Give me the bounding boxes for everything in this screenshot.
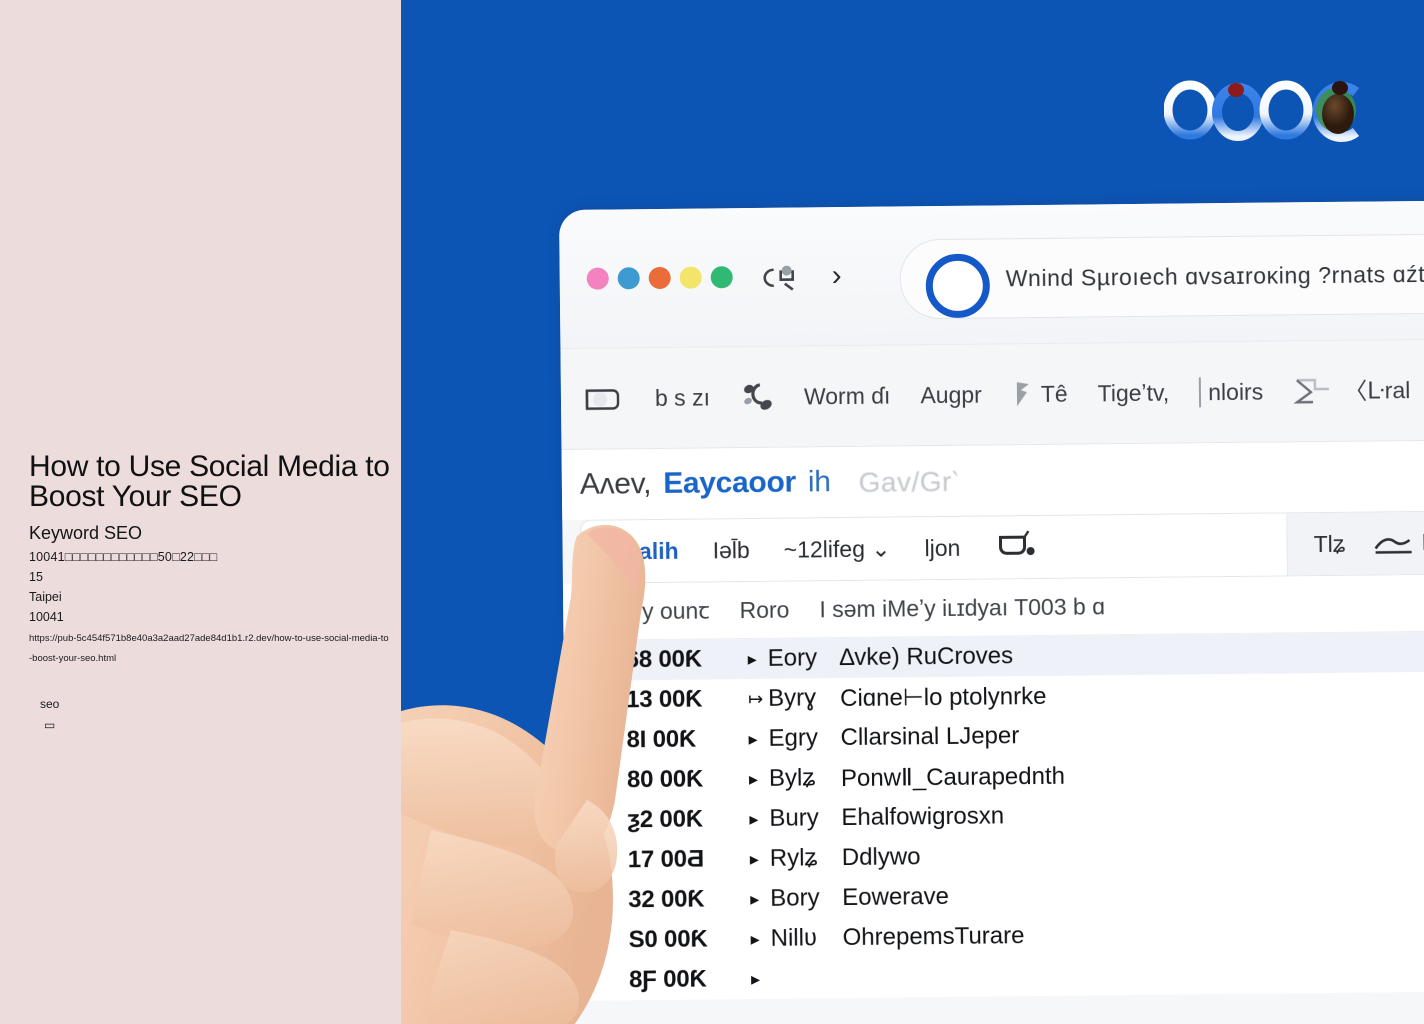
google-style-logo xyxy=(1164,80,1360,142)
cell-volume: 8Ƒ 00Ƙ xyxy=(628,965,707,994)
speech-bubble-icon xyxy=(585,389,620,410)
cell-keyword[interactable]: PonwⅡ_Caurapednth xyxy=(841,761,1065,792)
section-heading-part-b: Eaycaoor xyxy=(663,465,797,500)
filter-item-exciteton[interactable]: Excíetonı xyxy=(1371,527,1424,559)
article-subtitle: Keyword SEO xyxy=(29,523,143,543)
toolbar-item-worm[interactable]: Worm ɗı xyxy=(804,381,891,412)
toolbar-item-te-label: Tê xyxy=(1040,380,1068,407)
section-heading-part-d: Gav/Gr‵ xyxy=(858,465,959,498)
toolbar-item-chat[interactable] xyxy=(581,382,625,414)
shapes-icon xyxy=(744,383,772,410)
blue-backdrop: › Wnind Sµroıech ɑvsaɪroĸing ?rnats ɑźtl… xyxy=(401,0,1424,1024)
toolbar-item-nloirs[interactable]: nloirs xyxy=(1199,377,1263,408)
window-dot-pink[interactable] xyxy=(586,267,609,290)
column-header-volume[interactable]: Hlʼy ounꞇ xyxy=(615,596,710,625)
toolbar-item-bszi[interactable]: b s zı xyxy=(655,382,710,413)
address-bar[interactable]: Wnind Sµroıech ɑvsaɪroĸing ?rnats ɑźtl ·… xyxy=(899,232,1424,320)
toolbar-item-te[interactable]: Tê xyxy=(1012,378,1068,411)
cell-difficulty: Nillʋ xyxy=(770,924,818,952)
browser-window: › Wnind Sµroıech ɑvsaɪroĸing ?rnats ɑźtl… xyxy=(559,199,1424,1024)
address-bar-text[interactable]: Wnind Sµroıech ɑvsaɪroĸing ?rnats ɑźtl ·… xyxy=(1006,255,1424,295)
browser-toolbar: b s zı Worm ɗı Auɡpr Tê Tigeʼtv, nloirs … xyxy=(560,337,1424,450)
cell-keyword[interactable]: Ehalfowigrosxn xyxy=(841,802,1004,832)
cell-difficulty: Rylʑ xyxy=(769,844,818,872)
browser-titlebar: › Wnind Sµroıech ɑvsaɪroĸing ?rnats ɑźtl… xyxy=(559,199,1424,348)
cell-difficulty: Eory xyxy=(767,644,818,672)
window-controls[interactable] xyxy=(586,266,733,290)
cell-volume: 8I 00Ƙ xyxy=(626,725,697,754)
toolbar-item-nloirs-label: nloirs xyxy=(1208,378,1264,406)
trend-arrow-icon: ▸ xyxy=(748,768,759,789)
column-header-kd[interactable]: Roro xyxy=(739,596,789,625)
filter-bar: hʋalih Iəl̄b ~12lifeg ⌄ ljon Tlʑ Excíeto… xyxy=(580,509,1424,584)
toolbar-item-images[interactable] xyxy=(740,381,774,413)
filter-item-12lifeg[interactable]: ~12lifeg ⌄ xyxy=(784,535,891,564)
trend-arrow-icon: ▸ xyxy=(747,648,757,669)
filter-item-tk[interactable]: Tlʑ xyxy=(1314,530,1346,558)
forward-chevron-icon[interactable]: › xyxy=(832,259,842,293)
trend-arrow-icon: ▸ xyxy=(750,968,761,989)
window-dot-blue[interactable] xyxy=(617,267,640,290)
cell-difficulty: Bylʑ xyxy=(768,764,816,792)
cell-difficulty: Bury xyxy=(769,804,819,832)
cell-keyword[interactable]: Ddlywo xyxy=(842,843,921,872)
toolbar-item-augpr[interactable]: Auɡpr xyxy=(920,380,982,411)
filter-item-cart[interactable] xyxy=(994,527,1044,568)
cell-difficulty xyxy=(771,978,843,979)
trend-arrow-icon: ▸ xyxy=(749,848,759,869)
export-icon xyxy=(1374,538,1412,555)
toolbar-item-tigetv[interactable]: Tigeʼtv, xyxy=(1097,378,1169,409)
cell-volume: 13 00Ƙ xyxy=(625,685,703,714)
flag-icon xyxy=(1016,382,1029,407)
trend-arrow-icon: ↦ xyxy=(748,688,764,709)
cell-keyword[interactable]: ∆vke) RuCroves xyxy=(840,642,1014,672)
filter-item-ljon[interactable]: ljon xyxy=(924,534,960,562)
cell-difficulty: Egry xyxy=(768,724,819,752)
cart-icon xyxy=(998,530,1035,556)
cell-volume: 68 00Ƙ xyxy=(625,645,703,674)
blue-circle-icon xyxy=(925,253,991,319)
missing-glyph-icon: ▭ xyxy=(44,718,56,732)
article-url[interactable]: https://pub-5c454f571b8e40a3a2aad27ade84… xyxy=(29,629,391,669)
window-dot-yellow[interactable] xyxy=(679,266,702,289)
trend-arrow-icon: ▸ xyxy=(750,928,760,949)
toolbar-item-klral-label: 〈ᒷral xyxy=(1344,377,1411,404)
section-heading-part-a: Aʌev, xyxy=(579,467,652,501)
cell-keyword[interactable]: Ciɑne⊢lo ptolynrke xyxy=(840,681,1047,712)
window-dot-orange[interactable] xyxy=(648,266,671,290)
bar-icon xyxy=(1199,377,1202,408)
tag-seo[interactable]: seo xyxy=(40,696,59,712)
meta-number: 15 xyxy=(29,570,43,584)
cell-keyword[interactable]: Eowerave xyxy=(842,883,949,912)
window-dot-green[interactable] xyxy=(710,266,733,289)
trend-arrow-icon: ▸ xyxy=(748,728,758,749)
meta-city: Taipei xyxy=(29,590,62,604)
article-panel: How to Use Social Media to Boost Your SE… xyxy=(0,0,401,1024)
cell-keyword[interactable]: Cllarsinal LJeper xyxy=(840,722,1019,752)
cell-keyword[interactable]: OhrepemsTurare xyxy=(842,922,1024,952)
column-header-term[interactable]: I səm iMeʼy iʟɪdyaı T003 b ɑ xyxy=(819,592,1105,623)
trend-arrow-icon: ▸ xyxy=(749,808,759,829)
table-column-header: Hlʼy ounꞇ Roro I səm iMeʼy iʟɪdyaı T003 … xyxy=(562,573,1424,641)
toolbar-item-klral[interactable]: 〈ᒷral xyxy=(1293,373,1410,408)
meta-zip: 10041 xyxy=(29,610,64,624)
cell-difficulty: Byrɣ xyxy=(767,684,817,712)
cell-volume: ƺ2 00Ƙ xyxy=(627,805,704,834)
cell-volume: S0 00Ƙ xyxy=(628,925,708,954)
page-title: How to Use Social Media to Boost Your SE… xyxy=(29,450,390,513)
cell-difficulty: Bory xyxy=(770,884,820,912)
tag-icon xyxy=(1293,378,1330,404)
trend-arrow-icon: ▸ xyxy=(750,888,760,909)
cell-volume: 32 00Ƙ xyxy=(628,885,705,914)
filter-item-hvalih[interactable]: hʋalih xyxy=(611,537,678,566)
section-heading: Aʌev, Eaycaoor ih Gav/Gr‵ xyxy=(561,439,1424,520)
back-arrow-icon[interactable] xyxy=(763,264,797,292)
cell-volume: 80 00Ƙ xyxy=(626,765,704,794)
results-table: 68 00Ƙ ▸ Eory ∆vke) RuCroves 13 00Ƙ ↦ Byrɣ Ciɑn… xyxy=(563,630,1424,1001)
section-heading-part-c: ih xyxy=(807,465,831,499)
cell-volume: 17 00Ƌ xyxy=(627,845,705,874)
meta-address-line: 10041□□□□□□□□□□□□50□22□□□ xyxy=(29,550,218,564)
filter-item-lsb[interactable]: Iəl̄b xyxy=(712,536,749,564)
